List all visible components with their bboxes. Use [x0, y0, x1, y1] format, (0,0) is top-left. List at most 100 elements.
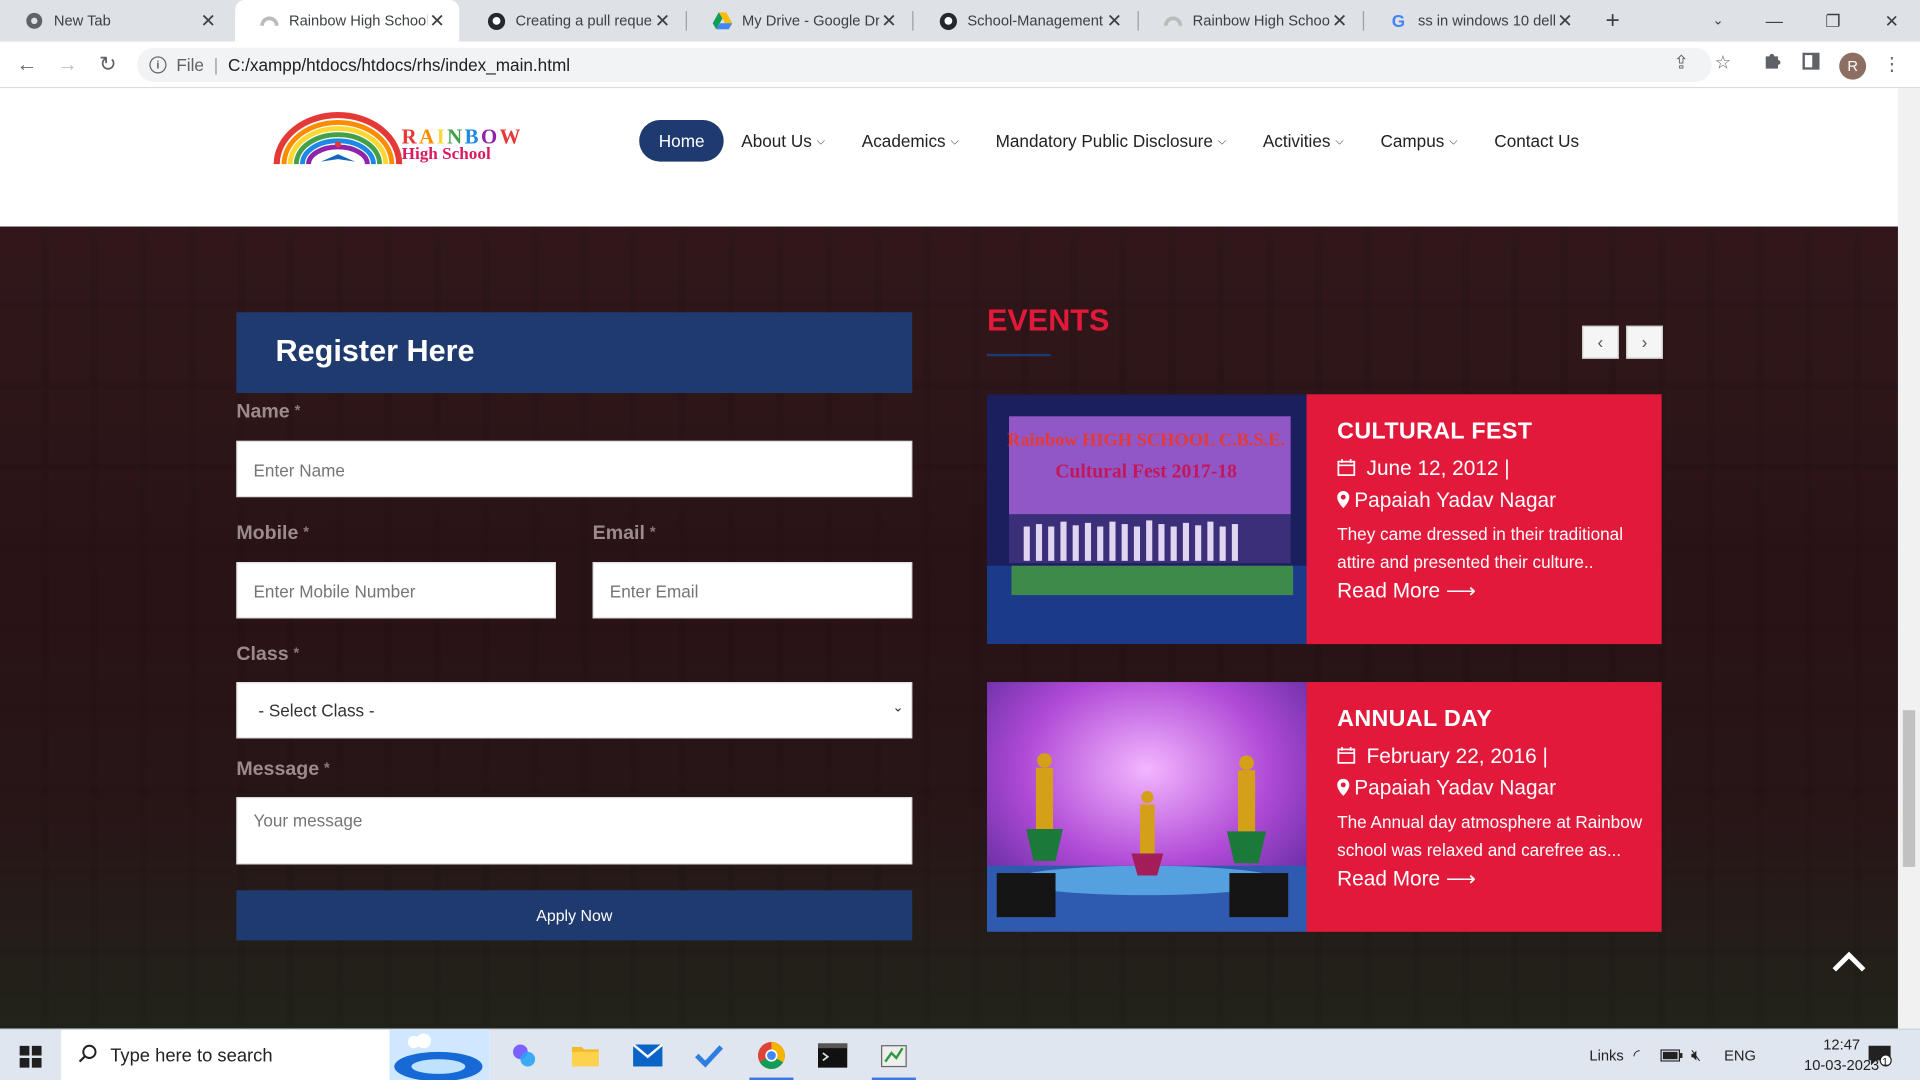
nav-campus[interactable]: Campus ⌵ [1380, 131, 1457, 151]
tab-search-chevron-icon[interactable]: ⌄ [1690, 5, 1746, 37]
tab-google-search[interactable]: G ss in windows 10 dell ✕ [1364, 0, 1587, 42]
nav-mandatory-public-disclosure[interactable]: Mandatory Public Disclosure ⌵ [996, 131, 1226, 151]
close-icon[interactable]: ✕ [879, 10, 899, 32]
browser-tab-strip: New Tab ✕ Rainbow High School ✕ Creating… [0, 0, 1920, 42]
notification-center-icon[interactable]: 1 [1867, 1030, 1892, 1080]
google-drive-icon [712, 11, 733, 31]
mobile-input[interactable]: Enter Mobile Number [236, 562, 556, 619]
event-card-cultural-fest[interactable]: Rainbow HIGH SCHOOL C.B.S.E. Cultural Fe… [986, 394, 1662, 645]
extensions-puzzle-icon[interactable] [1758, 51, 1785, 78]
nav-contact-us[interactable]: Contact Us [1494, 131, 1579, 151]
minimize-icon[interactable]: — [1746, 5, 1802, 37]
tab-label: ss in windows 10 dell [1417, 12, 1556, 30]
language-indicator[interactable]: ENG [1724, 1030, 1756, 1080]
back-arrow-icon[interactable]: ← [13, 51, 40, 78]
logo-wordmark: RAINBOW High School [402, 126, 523, 164]
event-details-annual-day: ANNUAL DAY February 22, 2016 | Papaiah Y… [1306, 682, 1662, 932]
tab-rainbow-high-school[interactable]: Rainbow High School ✕ [1139, 0, 1362, 42]
todo-app-icon[interactable] [680, 1030, 739, 1080]
read-more-link[interactable]: Read More ⟶ [1337, 867, 1661, 891]
events-heading: EVENTS [986, 303, 1110, 338]
school-logo[interactable]: RAINBOW High School [272, 110, 546, 166]
side-panel-icon[interactable] [1798, 51, 1825, 78]
map-pin-icon [1337, 490, 1350, 511]
tab-label: New Tab [53, 12, 111, 30]
tab-github-pull-request[interactable]: Creating a pull request ✕ [462, 0, 685, 42]
nav-about-us[interactable]: About Us ⌵ [741, 131, 825, 151]
close-icon[interactable]: ✕ [1555, 10, 1575, 32]
network-icon[interactable]: ◜ [1633, 1030, 1639, 1080]
tab-google-drive[interactable]: My Drive - Google Drive ✕ [688, 0, 911, 42]
github-icon [486, 11, 506, 31]
chevron-down-icon: ⌵ [816, 134, 826, 147]
close-icon[interactable]: ✕ [1330, 10, 1350, 32]
name-input[interactable]: Enter Name [236, 440, 913, 498]
address-divider: | [213, 55, 219, 75]
nav-academics[interactable]: Academics ⌵ [862, 131, 959, 151]
mail-app-icon[interactable] [618, 1030, 677, 1080]
tab-new-tab[interactable]: New Tab ✕ [0, 0, 230, 42]
event-image-annual-day[interactable] [986, 682, 1307, 932]
tab-label: Rainbow High School [288, 12, 428, 30]
hero-section: Register Here Name * Enter Name Mobile * E… [0, 226, 1898, 1029]
events-prev-button[interactable]: ‹ [1582, 325, 1619, 359]
event-details-cultural-fest: CULTURAL FEST June 12, 2012 | Papaiah Ya… [1306, 394, 1662, 645]
nav-label: Campus [1380, 131, 1445, 151]
forward-arrow-icon[interactable]: → [54, 51, 81, 78]
message-label: Message * [236, 759, 329, 781]
info-icon[interactable]: i [149, 56, 167, 74]
email-input[interactable]: Enter Email [592, 562, 913, 619]
tab-rainbow-high-school-active[interactable]: Rainbow High School ✕ [235, 0, 460, 42]
new-tab-button[interactable]: + [1598, 5, 1627, 37]
chevron-down-icon: ⌵ [1217, 134, 1227, 147]
required-mark: * [303, 522, 309, 541]
taskbar-links-label[interactable]: Links [1589, 1030, 1623, 1080]
required-mark: * [294, 401, 301, 419]
message-textarea[interactable]: Your message [236, 797, 913, 865]
bookmark-star-icon[interactable]: ☆ [1709, 50, 1736, 77]
required-mark: * [323, 759, 330, 777]
window-close-icon[interactable]: ✕ [1864, 5, 1920, 37]
nav-home[interactable]: Home [639, 120, 725, 162]
close-icon[interactable]: ✕ [198, 10, 218, 32]
speaker-muted-icon[interactable]: 🔇︎ [1691, 1030, 1701, 1080]
apply-now-button[interactable]: Apply Now [236, 890, 913, 941]
class-select[interactable]: - Select Class - ⌄ [236, 682, 913, 739]
reload-icon[interactable]: ↻ [94, 51, 121, 78]
close-icon[interactable]: ✕ [1104, 10, 1124, 32]
nav-activities[interactable]: Activities ⌵ [1263, 131, 1344, 151]
page-scrollbar[interactable] [1897, 88, 1920, 1029]
calendar-icon [1337, 458, 1359, 480]
address-bar[interactable]: i File | C:/xampp/htdocs/htdocs/rhs/inde… [137, 47, 1712, 83]
event-location: Papaiah Yadav Nagar [1337, 489, 1661, 513]
windows-start-icon[interactable] [19, 1045, 42, 1068]
more-menu-icon[interactable]: ⋮ [1878, 51, 1905, 78]
event-card-annual-day[interactable]: ANNUAL DAY February 22, 2016 | Papaiah Y… [986, 682, 1662, 932]
event-image-cultural-fest[interactable]: Rainbow HIGH SCHOOL C.B.S.E. Cultural Fe… [986, 394, 1307, 645]
tab-label: School-Management [967, 12, 1103, 30]
terminal-app-icon[interactable] [803, 1030, 862, 1080]
chevron-down-icon: ⌵ [950, 134, 959, 147]
chrome-taskbar-icon[interactable] [742, 1030, 801, 1080]
search-highlight-image [389, 1029, 490, 1080]
scrollbar-thumb[interactable] [1902, 710, 1916, 867]
scroll-to-top-icon[interactable] [1829, 945, 1868, 977]
class-select-value: - Select Class - [258, 700, 375, 721]
taskbar-search-box[interactable]: Type here to search [61, 1029, 490, 1080]
close-icon[interactable]: ✕ [427, 10, 447, 32]
file-explorer-icon[interactable] [556, 1030, 615, 1080]
rainbow-logo-icon [273, 112, 403, 165]
restore-icon[interactable]: ❐ [1805, 5, 1861, 37]
battery-icon[interactable] [1660, 1030, 1683, 1080]
read-more-link[interactable]: Read More ⟶ [1337, 579, 1661, 603]
copilot-app-icon[interactable] [495, 1030, 554, 1080]
event-date: June 12, 2012 | [1337, 457, 1661, 481]
profile-avatar[interactable]: R [1839, 52, 1867, 80]
xampp-app-icon[interactable] [864, 1030, 923, 1080]
share-icon[interactable]: ⇪ [1668, 50, 1695, 77]
required-mark: * [649, 522, 656, 541]
tab-github-school-management[interactable]: School-Management ✕ [913, 0, 1136, 42]
close-icon[interactable]: ✕ [653, 10, 673, 32]
events-next-button[interactable]: › [1626, 325, 1663, 359]
banner-line1: Rainbow HIGH SCHOOL C.B.S.E. [1007, 430, 1285, 450]
